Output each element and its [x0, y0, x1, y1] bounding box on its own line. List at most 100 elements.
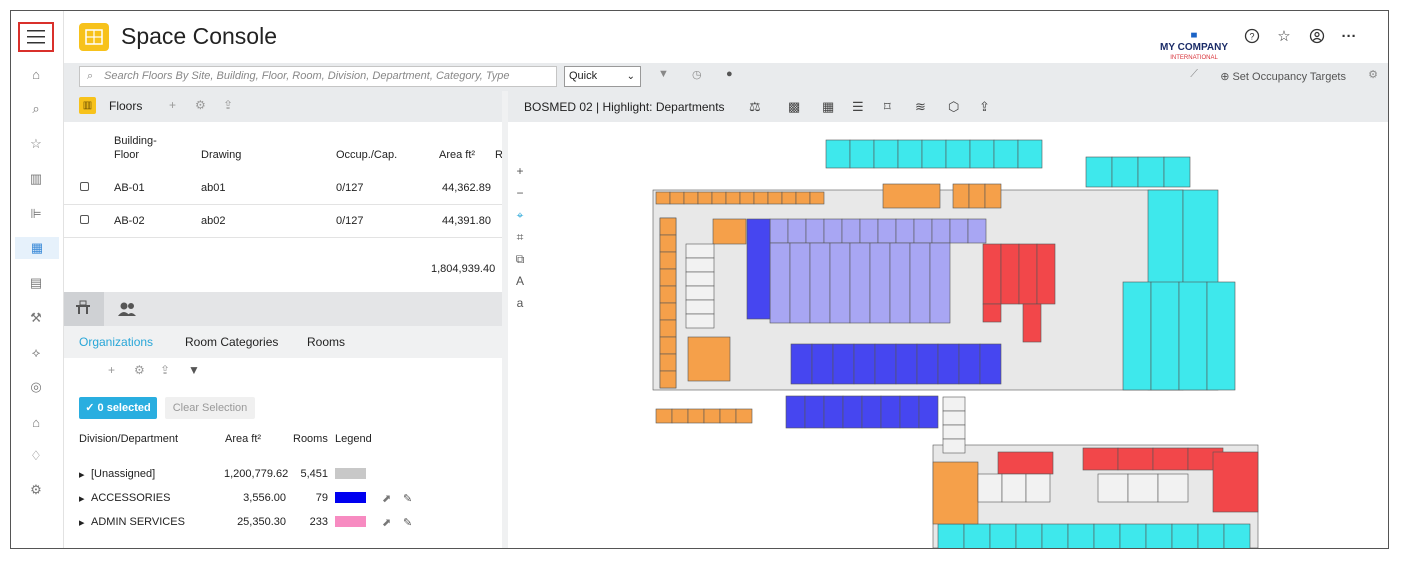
user-icon[interactable] — [1308, 28, 1326, 46]
legend-swatch[interactable] — [335, 492, 366, 503]
tab-people[interactable] — [116, 300, 140, 323]
room-cyan — [1111, 156, 1139, 188]
room-lavender — [913, 218, 933, 244]
tab-organizations[interactable]: Organizations — [79, 335, 153, 349]
add-icon[interactable]: + — [169, 98, 176, 112]
leaf-icon[interactable]: ⟡ — [25, 342, 47, 364]
settings-icon[interactable]: ⚙ — [195, 98, 206, 112]
search-icon[interactable]: ⌕ — [25, 98, 47, 120]
floorplan-icon[interactable]: ▦ — [15, 237, 59, 259]
legend-swatch[interactable] — [335, 468, 366, 479]
help-circle-icon[interactable]: ● — [726, 68, 733, 80]
clear-selection-button[interactable]: Clear Selection — [165, 397, 255, 419]
open-icon[interactable]: ⬈ — [382, 516, 391, 529]
search-icon: ⌕ — [87, 70, 94, 82]
set-occupancy-targets-button[interactable]: ⊕ Set Occupancy Targets — [1220, 70, 1346, 83]
floor-plan-map[interactable]: + − ⌖ ⌗ ⧉ A a — [508, 122, 1388, 548]
selected-count-button[interactable]: ✓ 0 selected — [79, 397, 157, 419]
col-rooms[interactable]: Rooms — [293, 433, 328, 445]
col-legend[interactable]: Legend — [335, 433, 372, 445]
tab-rooms[interactable]: Rooms — [307, 335, 345, 349]
wrench-icon[interactable]: ⚒ — [25, 307, 47, 329]
move-icon[interactable]: ◎ — [25, 376, 47, 398]
star-icon[interactable]: ☆ — [25, 133, 47, 155]
expand-icon[interactable]: ▸ — [79, 516, 85, 529]
floor-plan-drawing — [652, 139, 1259, 548]
chart-icon[interactable]: ⟋ — [1190, 68, 1198, 81]
legend-icon[interactable]: ☰ — [852, 99, 864, 115]
col-drawing[interactable]: Drawing — [201, 148, 241, 162]
col-area[interactable]: Area ft² — [225, 433, 261, 445]
expand-icon[interactable]: ▸ — [79, 492, 85, 505]
export-icon[interactable]: ⇪ — [160, 363, 170, 377]
lightbulb-icon[interactable]: ♢ — [25, 445, 47, 467]
room-blue — [880, 395, 901, 429]
buildings-icon[interactable]: ▥ — [25, 168, 47, 190]
room-lavender — [841, 218, 861, 244]
org-row[interactable]: ▸ ACCESSORIES 3,556.00 79 ⬈ ✎ — [64, 492, 502, 516]
col-area[interactable]: Area ft² — [439, 148, 475, 162]
org-row[interactable]: ▸ ADMIN SERVICES 25,350.30 233 ⬈ ✎ — [64, 516, 502, 540]
room-red — [997, 451, 1054, 475]
filter-icon[interactable]: ▼ — [658, 68, 669, 80]
cube-icon[interactable]: ⬡ — [948, 99, 959, 115]
org-name: [Unassigned] — [91, 468, 156, 480]
brand-sub: INTERNATIONAL — [1170, 55, 1218, 61]
tab-desk[interactable] — [64, 292, 104, 326]
export-icon[interactable]: ⇪ — [223, 98, 233, 112]
room-cyan — [849, 139, 875, 169]
grid-icon[interactable]: ▦ — [822, 99, 834, 115]
edit-icon[interactable]: ✎ — [403, 516, 412, 529]
filter-icon[interactable]: ▼ — [188, 363, 200, 377]
org-name: ADMIN SERVICES — [91, 516, 185, 528]
settings-icon[interactable]: ⚙ — [134, 363, 145, 377]
quick-filter-select[interactable]: Quick ⌄ — [564, 66, 641, 87]
edit-icon[interactable]: ✎ — [403, 492, 412, 505]
table-row[interactable]: AB-02 ab02 0/127 44,391.80 — [64, 205, 502, 238]
col-building-floor[interactable]: Building- Floor — [114, 134, 157, 162]
org-row[interactable]: ▸ [Unassigned] 1,200,779.62 5,451 — [64, 468, 502, 492]
room-orange — [725, 191, 741, 205]
search-input[interactable]: ⌕ Search Floors By Site, Building, Floor… — [79, 66, 557, 87]
room-cyan — [1150, 281, 1180, 391]
col-occupancy[interactable]: Occup./Cap. — [336, 148, 397, 162]
room-gray — [685, 299, 715, 315]
legend-swatch[interactable] — [335, 516, 366, 527]
clock-icon[interactable]: ◷ — [692, 68, 702, 81]
add-icon[interactable]: + — [108, 363, 115, 377]
building-icon[interactable]: ⌂ — [25, 411, 47, 433]
layers-icon[interactable]: ≋ — [915, 99, 926, 115]
settings-icon[interactable]: ⚙ — [1368, 68, 1378, 81]
tab-room-categories[interactable]: Room Categories — [185, 335, 278, 349]
report-icon[interactable]: ▤ — [25, 272, 47, 294]
chart-icon[interactable]: ⊫ — [25, 203, 47, 225]
room-cyan — [989, 523, 1017, 548]
table-row[interactable]: AB-01 ab01 0/127 44,362.89 — [64, 172, 502, 205]
org-panel-tabs — [64, 292, 502, 326]
more-options-icon[interactable]: ··· — [1340, 28, 1358, 46]
home-icon[interactable]: ⌂ — [25, 63, 47, 85]
row-checkbox[interactable] — [80, 182, 89, 191]
cell-drawing: ab02 — [201, 215, 226, 227]
row-checkbox[interactable] — [80, 215, 89, 224]
compare-icon[interactable]: ⚖ — [749, 99, 761, 115]
org-rooms: 233 — [309, 516, 328, 528]
room-cyan — [1041, 523, 1069, 548]
room-orange — [659, 268, 677, 287]
hamburger-menu-button[interactable] — [18, 22, 54, 52]
settings-icon[interactable]: ⚙ — [25, 479, 47, 501]
open-icon[interactable]: ⬈ — [382, 492, 391, 505]
help-icon[interactable]: ? — [1243, 28, 1261, 46]
room-cyan — [873, 139, 899, 169]
export-icon[interactable]: ⇪ — [979, 99, 990, 115]
expand-icon[interactable]: ▸ — [79, 468, 85, 481]
room-cyan — [1122, 281, 1152, 391]
room-gray — [1127, 473, 1159, 503]
grid-color-icon[interactable]: ▩ — [788, 99, 800, 115]
room-orange — [659, 302, 677, 321]
tag-icon[interactable]: ⌑ — [884, 99, 891, 115]
room-orange — [739, 191, 755, 205]
org-rooms: 79 — [315, 492, 328, 504]
favorites-add-icon[interactable]: ☆ — [1275, 28, 1293, 46]
col-division[interactable]: Division/Department — [79, 433, 178, 445]
